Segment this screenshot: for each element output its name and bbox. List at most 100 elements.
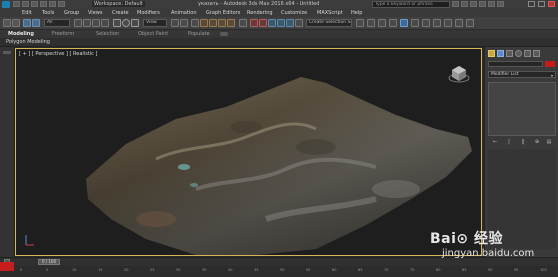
explorer-grip-icon[interactable] [3,51,11,54]
environment-icon[interactable] [466,19,474,27]
viewcube-icon[interactable] [448,63,470,85]
activeshade-icon[interactable] [422,19,430,27]
menu-animation[interactable]: Animation [171,9,197,17]
app-logo-icon[interactable] [2,1,10,8]
pin-stack-icon[interactable]: ← [492,139,498,146]
sign-in-icon[interactable] [479,1,486,7]
search-input[interactable]: Type a keyword or phrase [372,1,450,8]
menu-graph-editors[interactable]: Graph Editors [206,9,240,17]
redo-icon[interactable] [49,1,56,7]
utilities-panel-icon[interactable] [533,50,540,57]
undo-icon[interactable] [40,1,47,7]
make-unique-icon[interactable]: ‖ [520,139,526,146]
rectangular-selection-icon[interactable] [92,19,100,27]
toggle-layer-explorer-icon[interactable] [277,19,285,27]
command-panel: Modifier List ▾ ← | ‖ ⊕ ▤ [484,47,558,257]
infocenter-icon[interactable] [461,1,468,7]
modifier-stack[interactable] [488,82,556,136]
tab-freeform[interactable]: Freeform [52,30,74,38]
render-iterative-icon[interactable] [411,19,419,27]
project-folder-icon[interactable] [58,1,65,7]
ribbon-options-icon[interactable] [220,32,228,36]
select-by-name-icon[interactable] [83,19,91,27]
toggle-ribbon-icon[interactable] [286,19,294,27]
tab-modeling[interactable]: Modeling [8,30,34,38]
timeline-tick-label: 75 [410,268,415,272]
mirror-icon[interactable] [250,19,258,27]
select-object-icon[interactable] [74,19,82,27]
keyboard-shortcut-icon[interactable] [191,19,199,27]
named-selection-set-dropdown[interactable]: Create Selection Se [306,19,352,27]
max-script-listener-icon[interactable] [0,262,14,271]
percent-snap-icon[interactable] [218,19,226,27]
pivot-center-icon[interactable] [171,19,179,27]
curve-editor-icon[interactable] [295,19,303,27]
schematic-view-icon[interactable] [356,19,364,27]
menu-edit[interactable]: Edit [22,9,32,17]
object-color-swatch[interactable] [545,61,555,67]
select-and-link-icon[interactable] [23,19,31,27]
select-manipulate-icon[interactable] [180,19,188,27]
menu-tools[interactable]: Tools [42,9,54,17]
ribbon-panel: Polygon Modeling [0,38,558,47]
create-panel-icon[interactable] [488,50,495,57]
align-icon[interactable] [259,19,267,27]
tab-object-paint[interactable]: Object Paint [138,30,168,38]
menu-group[interactable]: Group [64,9,79,17]
select-and-scale-icon[interactable] [131,19,139,27]
menu-help[interactable]: Help [351,9,362,17]
render-production-icon[interactable] [400,19,408,27]
hierarchy-panel-icon[interactable] [506,50,513,57]
perspective-viewport[interactable]: [ + ] [ Perspective ] [ Realistic ] [15,48,482,256]
exchange-icon[interactable] [488,1,495,7]
toggle-scene-explorer-icon[interactable] [268,19,276,27]
a360-cloud-render-icon[interactable] [433,19,441,27]
motion-panel-icon[interactable] [515,50,522,57]
open-file-icon[interactable] [22,1,29,7]
teapot-render-icon[interactable] [455,19,463,27]
window-crossing-icon[interactable] [101,19,109,27]
search-icon[interactable] [452,1,459,7]
minimize-icon[interactable] [528,1,535,7]
menu-customize[interactable]: Customize [281,9,307,17]
angle-snap-icon[interactable] [209,19,217,27]
modifier-list-dropdown[interactable]: Modifier List [488,71,556,78]
show-end-result-icon[interactable]: | [506,139,512,146]
edit-named-selection-icon[interactable] [239,19,247,27]
unlink-icon[interactable] [32,19,40,27]
viewport-label[interactable]: [ + ] [ Perspective ] [ Realistic ] [19,51,97,57]
select-and-rotate-icon[interactable] [122,19,130,27]
tab-populate[interactable]: Populate [188,30,210,38]
close-icon[interactable] [548,1,555,7]
menu-maxscript[interactable]: MAXScript [317,9,343,17]
selection-filter-dropdown[interactable]: All [44,19,70,27]
modify-panel-icon[interactable] [497,50,504,57]
render-setup-icon[interactable] [378,19,386,27]
save-file-icon[interactable] [31,1,38,7]
ribbon-panel-label[interactable]: Polygon Modeling [6,38,50,46]
remove-modifier-icon[interactable]: ⊕ [534,139,540,146]
menu-modifiers[interactable]: Modifiers [137,9,160,17]
object-name-field[interactable] [488,61,543,67]
menu-create[interactable]: Create [112,9,129,17]
tab-selection[interactable]: Selection [96,30,119,38]
display-panel-icon[interactable] [524,50,531,57]
snaps-toggle-icon[interactable] [200,19,208,27]
configure-modifier-sets-icon[interactable]: ▤ [546,139,552,146]
undo-icon[interactable] [3,19,11,27]
select-and-move-icon[interactable] [113,19,121,27]
spinner-snap-icon[interactable] [227,19,235,27]
reference-coordinate-dropdown[interactable]: View [143,19,167,27]
rendered-frame-window-icon[interactable] [389,19,397,27]
redo-icon[interactable] [12,19,20,27]
help-icon[interactable] [497,1,504,7]
maximize-icon[interactable] [538,1,545,7]
time-slider[interactable]: 0 / 100 [38,259,60,265]
render-in-cloud-icon[interactable] [444,19,452,27]
new-file-icon[interactable] [13,1,20,7]
menu-rendering[interactable]: Rendering [247,9,273,17]
menu-views[interactable]: Views [88,9,102,17]
material-editor-icon[interactable] [367,19,375,27]
workspace-selector[interactable]: Workspace: Default [92,1,145,7]
star-icon[interactable] [470,1,477,7]
